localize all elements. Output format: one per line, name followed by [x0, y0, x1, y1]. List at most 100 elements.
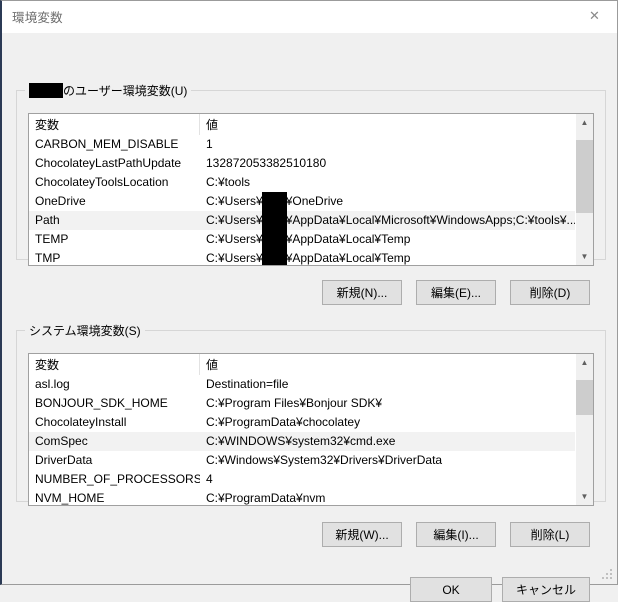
- close-icon: ✕: [589, 9, 600, 24]
- user-variables-legend-text: のユーザー環境変数(U): [63, 84, 188, 98]
- system-new-button[interactable]: 新規(W)...: [322, 522, 402, 547]
- variable-value-prefix: C:¥WINDOWS¥system32¥cmd.exe: [206, 434, 396, 448]
- variable-value-cell: 4: [200, 470, 593, 489]
- scroll-down-arrow-icon[interactable]: ▼: [576, 488, 593, 505]
- system-list-rows: asl.log Destination=file BONJOUR_SDK_HOME C…: [29, 375, 593, 505]
- variable-value-cell: C:¥WINDOWS¥system32¥cmd.exe: [200, 432, 593, 451]
- system-column-header-value[interactable]: 値: [200, 354, 593, 375]
- variable-value-cell: C:¥ProgramData¥chocolatey: [200, 413, 593, 432]
- variable-value-prefix: C:¥Users¥: [206, 213, 263, 227]
- system-variables-list[interactable]: 変数 値 asl.log Destination=file BONJOUR_SDK_…: [28, 353, 594, 506]
- table-row[interactable]: ChocolateyToolsLocation C:¥tools: [29, 173, 593, 192]
- username-redaction: [29, 83, 63, 98]
- table-row[interactable]: asl.log Destination=file: [29, 375, 593, 394]
- variable-name-cell: ChocolateyToolsLocation: [35, 175, 169, 189]
- table-row[interactable]: TEMP C:¥Users¥ ¥AppData¥Local¥Temp: [29, 230, 593, 249]
- variable-value-suffix: ¥AppData¥Local¥Microsoft¥WindowsApps;C:¥…: [285, 213, 577, 227]
- system-list-header: 変数 値: [29, 354, 593, 375]
- table-row[interactable]: NUMBER_OF_PROCESSORS 4: [29, 470, 593, 489]
- user-delete-button[interactable]: 削除(D): [510, 280, 590, 305]
- table-row[interactable]: OneDrive C:¥Users¥ ¥OneDrive: [29, 192, 593, 211]
- variable-value-prefix: 132872053382510180: [206, 156, 327, 170]
- variable-value-prefix: C:¥ProgramData¥chocolatey: [206, 415, 361, 429]
- system-delete-button[interactable]: 削除(L): [510, 522, 590, 547]
- user-edit-button[interactable]: 編集(E)...: [416, 280, 496, 305]
- table-row[interactable]: ChocolateyInstall C:¥ProgramData¥chocolat…: [29, 413, 593, 432]
- table-row[interactable]: ChocolateyLastPathUpdate 1328720533825101…: [29, 154, 593, 173]
- environment-variables-dialog: 環境変数 ✕ のユーザー環境変数(U) 変数 値 CARBON_MEM_DISA…: [0, 0, 618, 602]
- scroll-up-arrow-icon[interactable]: ▲: [576, 114, 593, 131]
- variable-value-prefix: C:¥Users¥: [206, 251, 263, 265]
- system-list-scrollbar[interactable]: ▲ ▼: [575, 354, 593, 505]
- scroll-up-arrow-icon[interactable]: ▲: [576, 354, 593, 371]
- variable-name-cell: NUMBER_OF_PROCESSORS: [35, 472, 200, 486]
- variable-value-prefix: C:¥Windows¥System32¥Drivers¥DriverData: [206, 453, 443, 467]
- dialog-body: のユーザー環境変数(U) 変数 値 CARBON_MEM_DISABLE 1 Cho…: [2, 33, 617, 602]
- table-row[interactable]: TMP C:¥Users¥ ¥AppData¥Local¥Temp: [29, 249, 593, 265]
- variable-name-cell: BONJOUR_SDK_HOME: [35, 396, 168, 410]
- variable-value-cell: C:¥Windows¥System32¥Drivers¥DriverData: [200, 451, 593, 470]
- variable-value-cell: C:¥Users¥ ¥OneDrive: [200, 192, 593, 211]
- variable-name-cell: CARBON_MEM_DISABLE: [35, 137, 179, 151]
- variable-name-cell: ComSpec: [35, 434, 88, 448]
- table-row[interactable]: NVM_HOME C:¥ProgramData¥nvm: [29, 489, 593, 505]
- variable-name-cell: TMP: [35, 251, 61, 265]
- variable-name-cell: DriverData: [35, 453, 93, 467]
- variable-value-cell: 1: [200, 135, 593, 154]
- system-edit-button[interactable]: 編集(I)...: [416, 522, 496, 547]
- table-row[interactable]: CARBON_MEM_DISABLE 1: [29, 135, 593, 154]
- variable-value-prefix: C:¥Users¥: [206, 232, 263, 246]
- table-row[interactable]: ComSpec C:¥WINDOWS¥system32¥cmd.exe: [29, 432, 593, 451]
- variable-name-cell: NVM_HOME: [35, 491, 105, 505]
- variable-value-cell: C:¥tools: [200, 173, 593, 192]
- variable-value-prefix: C:¥Users¥: [206, 194, 263, 208]
- user-scroll-thumb[interactable]: [576, 140, 593, 213]
- user-list-scrollbar[interactable]: ▲ ▼: [575, 114, 593, 265]
- variable-name-cell: ChocolateyInstall: [35, 415, 127, 429]
- username-redaction: [261, 211, 287, 230]
- ok-button[interactable]: OK: [410, 577, 492, 602]
- table-row[interactable]: BONJOUR_SDK_HOME C:¥Program Files¥Bonjour…: [29, 394, 593, 413]
- variable-value-cell: C:¥Users¥ ¥AppData¥Local¥Microsoft¥Window…: [200, 211, 593, 230]
- variable-value-cell: C:¥Users¥ ¥AppData¥Local¥Temp: [200, 249, 593, 265]
- variable-name-cell: asl.log: [35, 377, 70, 391]
- variable-value-prefix: C:¥ProgramData¥nvm: [206, 491, 326, 505]
- variable-name-cell: TEMP: [35, 232, 69, 246]
- user-list-header: 変数 値: [29, 114, 593, 135]
- variable-value-prefix: 1: [206, 137, 213, 151]
- variable-value-cell: C:¥Program Files¥Bonjour SDK¥: [200, 394, 593, 413]
- variable-value-cell: C:¥Users¥ ¥AppData¥Local¥Temp: [200, 230, 593, 249]
- user-variables-legend: のユーザー環境変数(U): [25, 83, 192, 98]
- variable-value-suffix: ¥OneDrive: [285, 194, 344, 208]
- system-scroll-thumb[interactable]: [576, 380, 593, 416]
- window-title: 環境変数: [12, 11, 63, 25]
- close-button[interactable]: ✕: [572, 1, 617, 32]
- variable-value-prefix: Destination=file: [206, 377, 289, 391]
- system-column-header-name[interactable]: 変数: [29, 354, 200, 375]
- variable-value-prefix: C:¥Program Files¥Bonjour SDK¥: [206, 396, 383, 410]
- resize-grip-icon[interactable]: [602, 569, 614, 581]
- variable-value-suffix: ¥AppData¥Local¥Temp: [285, 232, 411, 246]
- variable-name-cell: OneDrive: [35, 194, 86, 208]
- scroll-down-arrow-icon[interactable]: ▼: [576, 248, 593, 265]
- variable-value-cell: 132872053382510180: [200, 154, 593, 173]
- user-column-header-name[interactable]: 変数: [29, 114, 200, 135]
- variable-name-cell: Path: [35, 213, 60, 227]
- variable-value-cell: C:¥ProgramData¥nvm: [200, 489, 593, 505]
- user-column-header-value[interactable]: 値: [200, 114, 593, 135]
- user-new-button[interactable]: 新規(N)...: [322, 280, 402, 305]
- username-redaction: [261, 192, 287, 211]
- variable-value-prefix: 4: [206, 472, 213, 486]
- cancel-button[interactable]: キャンセル: [502, 577, 590, 602]
- user-variables-list[interactable]: 変数 値 CARBON_MEM_DISABLE 1 ChocolateyLastPa…: [28, 113, 594, 266]
- system-variables-legend-text: システム環境変数(S): [29, 324, 141, 338]
- variable-value-prefix: C:¥tools: [206, 175, 251, 189]
- table-row[interactable]: Path C:¥Users¥ ¥AppData¥Local¥Microsoft¥Wi…: [29, 211, 593, 230]
- title-bar: 環境変数 ✕: [2, 1, 617, 33]
- user-list-rows: CARBON_MEM_DISABLE 1 ChocolateyLastPathUpd…: [29, 135, 593, 265]
- table-row[interactable]: DriverData C:¥Windows¥System32¥Drivers¥Dr…: [29, 451, 593, 470]
- variable-value-suffix: ¥AppData¥Local¥Temp: [285, 251, 411, 265]
- system-variables-legend: システム環境変数(S): [25, 323, 145, 338]
- variable-value-cell: Destination=file: [200, 375, 593, 394]
- variable-name-cell: ChocolateyLastPathUpdate: [35, 156, 182, 170]
